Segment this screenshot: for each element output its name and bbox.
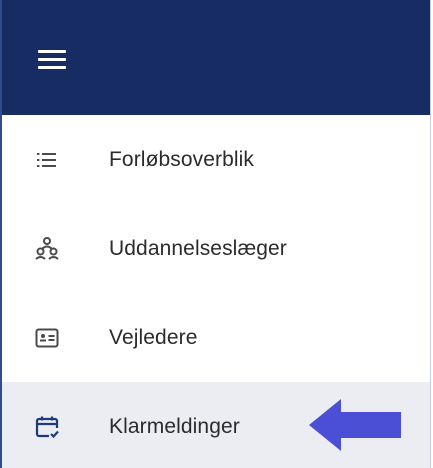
sidebar-header: [2, 0, 430, 115]
users-icon: [34, 236, 60, 262]
sidebar-item-vejledere[interactable]: Vejledere: [2, 293, 430, 382]
sidebar: Forløbsoverblik Uddannelseslæger Vejlede…: [0, 0, 431, 468]
sidebar-item-forloebsoverblik[interactable]: Forløbsoverblik: [2, 115, 430, 204]
sidebar-item-label: Klarmeldinger: [109, 414, 240, 438]
left-arrow-icon: [309, 399, 401, 451]
sidebar-item-label: Forløbsoverblik: [109, 147, 255, 171]
sidebar-nav: Forløbsoverblik Uddannelseslæger Vejlede…: [2, 115, 430, 468]
hamburger-menu-icon[interactable]: [38, 50, 66, 70]
calendar-check-icon: [34, 414, 60, 440]
sidebar-item-label: Vejledere: [109, 325, 198, 349]
id-card-icon: [34, 325, 60, 351]
list-icon: [34, 147, 60, 173]
sidebar-item-label: Uddannelseslæger: [109, 236, 287, 260]
sidebar-item-uddannelseslaeger[interactable]: Uddannelseslæger: [2, 204, 430, 293]
sidebar-item-klarmeldinger[interactable]: Klarmeldinger: [2, 382, 430, 468]
